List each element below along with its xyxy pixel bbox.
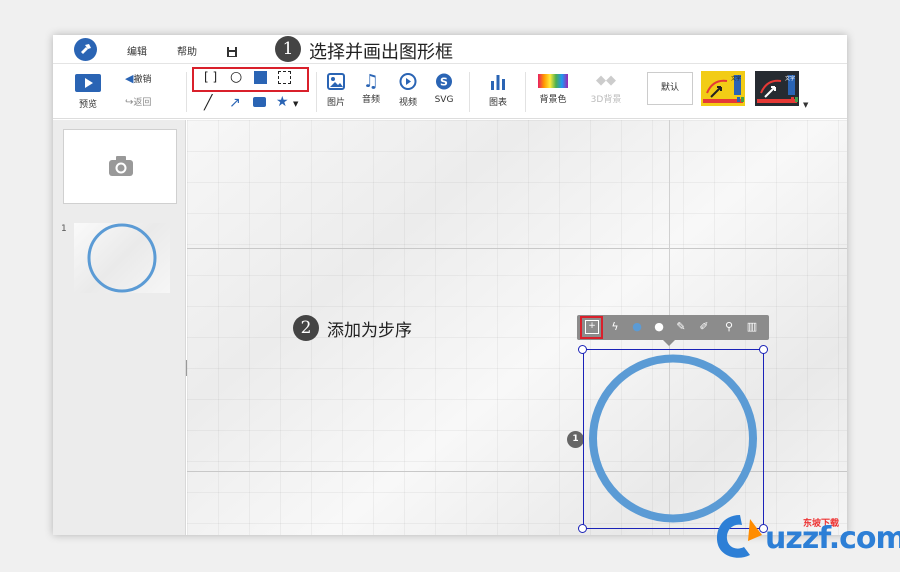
watermark-brand: uzzf.com [765, 521, 900, 556]
image-label: 图片 [326, 98, 345, 108]
toolbar-divider [525, 72, 526, 112]
dashed-rect-icon[interactable] [278, 71, 291, 84]
svg-text:S: S [440, 76, 448, 89]
star-icon[interactable]: ★ [276, 94, 289, 110]
toolbar-divider [469, 72, 470, 112]
step1-annotation: 选择并画出图形框 [309, 42, 453, 63]
site-watermark: 东坡下载 uzzf.com [700, 503, 900, 569]
chart-button[interactable]: 图表 [485, 73, 511, 108]
undo-button[interactable]: ◀撤销 [125, 72, 161, 85]
circle-shape[interactable] [584, 350, 762, 527]
theme-more-caret-icon[interactable]: ▼ [803, 101, 808, 109]
cover-placeholder[interactable] [63, 129, 177, 204]
audio-button[interactable]: ♫ 音频 [358, 71, 384, 106]
3d-diamond-icon: ◆◆ [596, 73, 616, 88]
step2-badge: 2 [293, 315, 319, 341]
svg-label: SVG [434, 95, 454, 105]
save-icon[interactable] [226, 43, 238, 62]
fill-color-icon[interactable]: ● [630, 320, 644, 334]
edit-line-icon[interactable]: ✐ [697, 320, 711, 334]
video-label: 视频 [398, 98, 417, 108]
lightning-icon[interactable]: ϟ [608, 320, 622, 334]
image-button[interactable]: 图片 [323, 73, 349, 108]
selection-box[interactable] [583, 349, 764, 529]
main-toolbar: 预览 ◀撤销 ↪返回 [ ] ○ ╱ ↗ ★ ▼ 图片 ♫ 音频 视频 S SV… [53, 64, 847, 119]
line-icon[interactable]: ╱ [204, 95, 212, 111]
brand-logo-icon [716, 515, 762, 558]
arrow-icon[interactable]: ↗ [229, 95, 241, 111]
preview-button[interactable]: 预览 [73, 74, 103, 110]
zoom-icon[interactable]: ⚲ [722, 320, 736, 334]
resize-handle-bottom-left[interactable] [578, 524, 587, 533]
slide-panel: 1 [53, 120, 186, 535]
3d-background-label: 3D背景 [590, 95, 622, 105]
bracket-frame-icon[interactable]: [ ] [204, 70, 217, 84]
camera-icon [109, 156, 133, 176]
toolbar-divider [316, 72, 317, 112]
border-color-icon[interactable]: ● [652, 320, 666, 334]
theme-thumb-text: 文字 [785, 75, 795, 82]
chart-label: 图表 [488, 98, 507, 108]
trash-icon[interactable]: ▥ [745, 320, 759, 334]
pen-icon[interactable]: ✎ [674, 320, 688, 334]
add-step-icon[interactable]: + [585, 320, 599, 334]
play-icon [75, 74, 101, 92]
image-icon [327, 73, 345, 90]
slide-number: 1 [61, 224, 67, 234]
callout-icon[interactable] [253, 97, 266, 107]
more-shapes-caret-icon[interactable]: ▼ [293, 100, 298, 108]
slide-canvas[interactable]: 2 添加为步序 + ϟ ● ● ✎ ✐ ⚲ ▥ 1 [187, 120, 847, 535]
guide-line [187, 248, 847, 249]
resize-handle-top-left[interactable] [578, 345, 587, 354]
home-button[interactable] [74, 38, 97, 61]
rectangle-shape-icon[interactable] [254, 71, 267, 84]
video-play-icon [399, 73, 417, 90]
background-color-label: 背景色 [539, 95, 567, 105]
theme-thumb-text: 文字 [731, 75, 741, 82]
toolbar-divider [186, 72, 187, 112]
svg-button[interactable]: S SVG [431, 73, 457, 105]
bar-chart-icon [491, 75, 505, 90]
preview-label: 预览 [78, 100, 97, 110]
element-floating-toolbar: + ϟ ● ● ✎ ✐ ⚲ ▥ [577, 315, 769, 346]
step-order-marker[interactable]: 1 [567, 431, 584, 448]
3d-background-button[interactable]: ◆◆ 3D背景 [587, 73, 625, 106]
menu-bar: 编辑 帮助 1 选择并画出图形框 [53, 35, 847, 64]
default-theme-button[interactable]: 默认 [647, 72, 693, 105]
resize-handle-top-right[interactable] [759, 345, 768, 354]
step1-badge: 1 [275, 36, 301, 62]
svg-icon: S [436, 73, 452, 90]
editor-window: 编辑 帮助 1 选择并画出图形框 预览 ◀撤销 ↪返回 [ ] ○ ╱ ↗ ★ … [53, 35, 847, 535]
floating-toolbar-pointer [663, 340, 675, 346]
redo-label: 返回 [133, 98, 152, 108]
menu-edit[interactable]: 编辑 [127, 43, 147, 58]
slide-thumbnail[interactable] [74, 223, 170, 293]
undo-label: 撤销 [133, 75, 152, 85]
circle-shape-icon[interactable]: ○ [230, 69, 242, 85]
menu-help[interactable]: 帮助 [177, 43, 197, 58]
hammer-icon [81, 44, 91, 54]
rainbow-palette-icon [538, 74, 568, 88]
video-button[interactable]: 视频 [395, 73, 421, 108]
music-note-icon: ♫ [362, 71, 380, 92]
redo-button[interactable]: ↪返回 [125, 95, 161, 108]
audio-label: 音频 [361, 95, 380, 105]
background-color-button[interactable]: 背景色 [535, 74, 571, 105]
step2-annotation: 添加为步序 [327, 321, 412, 341]
theme-yellow-thumbnail[interactable]: 文字 [701, 71, 745, 106]
theme-dark-thumbnail[interactable]: 文字 [755, 71, 799, 106]
